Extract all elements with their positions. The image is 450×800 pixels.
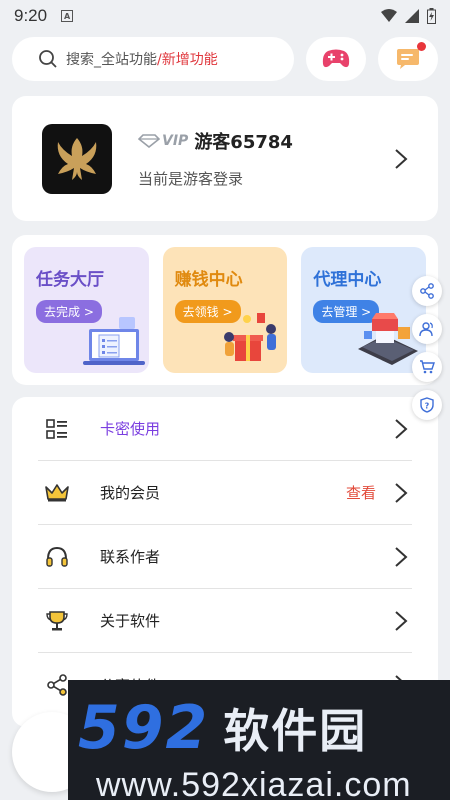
chevron-right-icon: [395, 610, 408, 631]
chevron-right-icon: [395, 482, 408, 503]
battery-icon: [427, 8, 436, 24]
search-placeholder: 搜索_全站功能: [66, 52, 157, 68]
phoenix-logo-icon: [57, 137, 97, 180]
tile-title: 赚钱中心: [174, 270, 243, 290]
diamond-icon: [138, 134, 160, 148]
tile-earn-center[interactable]: 赚钱中心 去领钱 >: [162, 247, 288, 373]
menu-item-membership[interactable]: 我的会员 查看: [38, 461, 412, 525]
share-icon: [420, 283, 434, 299]
chevron-right-icon: [395, 418, 408, 439]
notification-a-icon: A: [61, 10, 74, 22]
float-share-button[interactable]: [412, 276, 442, 306]
headset-icon: [44, 544, 70, 570]
float-help-button[interactable]: ?: [412, 390, 442, 420]
menu-label: 我的会员: [100, 484, 161, 502]
tile-agent-center[interactable]: 代理中心 去管理 >: [301, 247, 427, 373]
tile-task-hall[interactable]: 任务大厅 去完成 >: [24, 247, 149, 373]
menu-item-about[interactable]: 关于软件: [38, 589, 412, 653]
search-placeholder-extra: /新增功能: [157, 52, 218, 68]
view-link[interactable]: 查看: [346, 482, 376, 503]
card-key-icon: [44, 416, 70, 442]
watermark-banner: 592 软件园 www.592xiazai.com: [68, 680, 450, 800]
trophy-icon: [44, 608, 70, 634]
top-bar: 搜索_全站功能/新增功能: [0, 34, 450, 84]
laptop-checklist-icon: [82, 317, 145, 365]
search-input[interactable]: 搜索_全站功能/新增功能: [12, 37, 294, 81]
float-cart-button[interactable]: [412, 352, 442, 382]
cart-icon: [420, 360, 435, 374]
tile-title: 代理中心: [313, 270, 382, 290]
menu-item-card-key[interactable]: 卡密使用: [38, 397, 412, 461]
gift-people-icon: [224, 313, 277, 361]
gamepad-icon: [322, 49, 350, 68]
message-button[interactable]: [378, 37, 438, 81]
signal-icon: [405, 9, 419, 23]
menu-label: 卡密使用: [100, 420, 161, 438]
chevron-right-icon: [395, 546, 408, 567]
watermark-name: 软件园: [223, 704, 368, 758]
chevron-right-icon: [395, 148, 408, 169]
login-status: 当前是游客登录: [138, 170, 244, 188]
menu-list: 卡密使用 我的会员 查看 联系作者 关于软件 分享软件: [12, 397, 438, 727]
menu-label: 关于软件: [100, 612, 161, 630]
search-icon: [39, 50, 57, 68]
message-icon: [397, 49, 419, 69]
feature-tiles: 任务大厅 去完成 > 赚钱中心 去领钱 > 代理中心 去管理 >: [12, 235, 438, 385]
menu-label: 联系作者: [100, 548, 161, 566]
avatar: [42, 123, 112, 194]
share-icon: [44, 672, 70, 698]
watermark-digits: 592: [78, 693, 210, 763]
crown-icon: [44, 480, 70, 506]
menu-item-contact-author[interactable]: 联系作者: [38, 525, 412, 589]
username: 游客65784: [194, 132, 293, 153]
profile-card[interactable]: VIP 游客65784 当前是游客登录: [12, 96, 438, 221]
floating-actions: ?: [412, 276, 442, 420]
tile-title: 任务大厅: [36, 270, 104, 290]
profile-info: VIP 游客65784 当前是游客登录: [138, 128, 394, 189]
users-icon: [419, 322, 433, 337]
game-button[interactable]: [306, 37, 366, 81]
float-users-button[interactable]: [412, 314, 442, 344]
help-shield-icon: ?: [420, 397, 434, 413]
vip-badge: VIP: [138, 133, 188, 149]
wifi-icon: [381, 9, 397, 22]
status-bar: 9:20 A: [0, 0, 450, 32]
watermark-url: www.592xiazai.com: [96, 766, 412, 800]
status-icons: [381, 8, 436, 24]
status-time: 9:20: [14, 6, 48, 25]
svg-text:?: ?: [425, 402, 430, 411]
unread-dot: [417, 42, 426, 51]
